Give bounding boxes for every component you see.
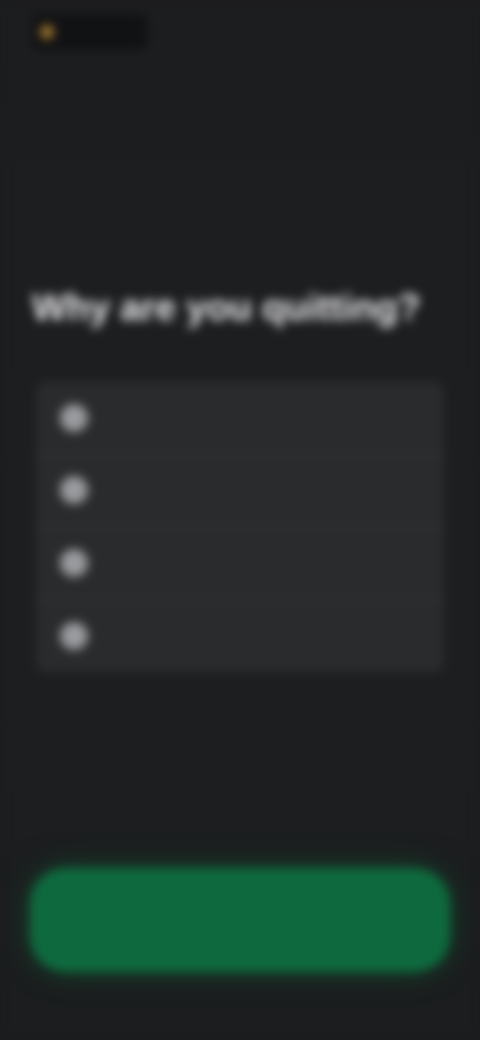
logo-icon [40, 25, 54, 39]
option-item-4[interactable] [36, 600, 444, 673]
survey-screen: Why are you quitting? [0, 0, 480, 1040]
radio-icon[interactable] [60, 621, 88, 650]
option-item-2[interactable] [36, 455, 444, 527]
radio-icon[interactable] [60, 476, 88, 505]
question-title: Why are you quitting? [32, 287, 421, 328]
options-list [36, 382, 444, 672]
radio-icon[interactable] [60, 548, 88, 577]
app-logo [32, 14, 148, 50]
radio-icon[interactable] [60, 403, 88, 432]
continue-button[interactable] [30, 868, 450, 972]
option-item-3[interactable] [36, 527, 444, 600]
option-item-1[interactable] [36, 382, 444, 455]
